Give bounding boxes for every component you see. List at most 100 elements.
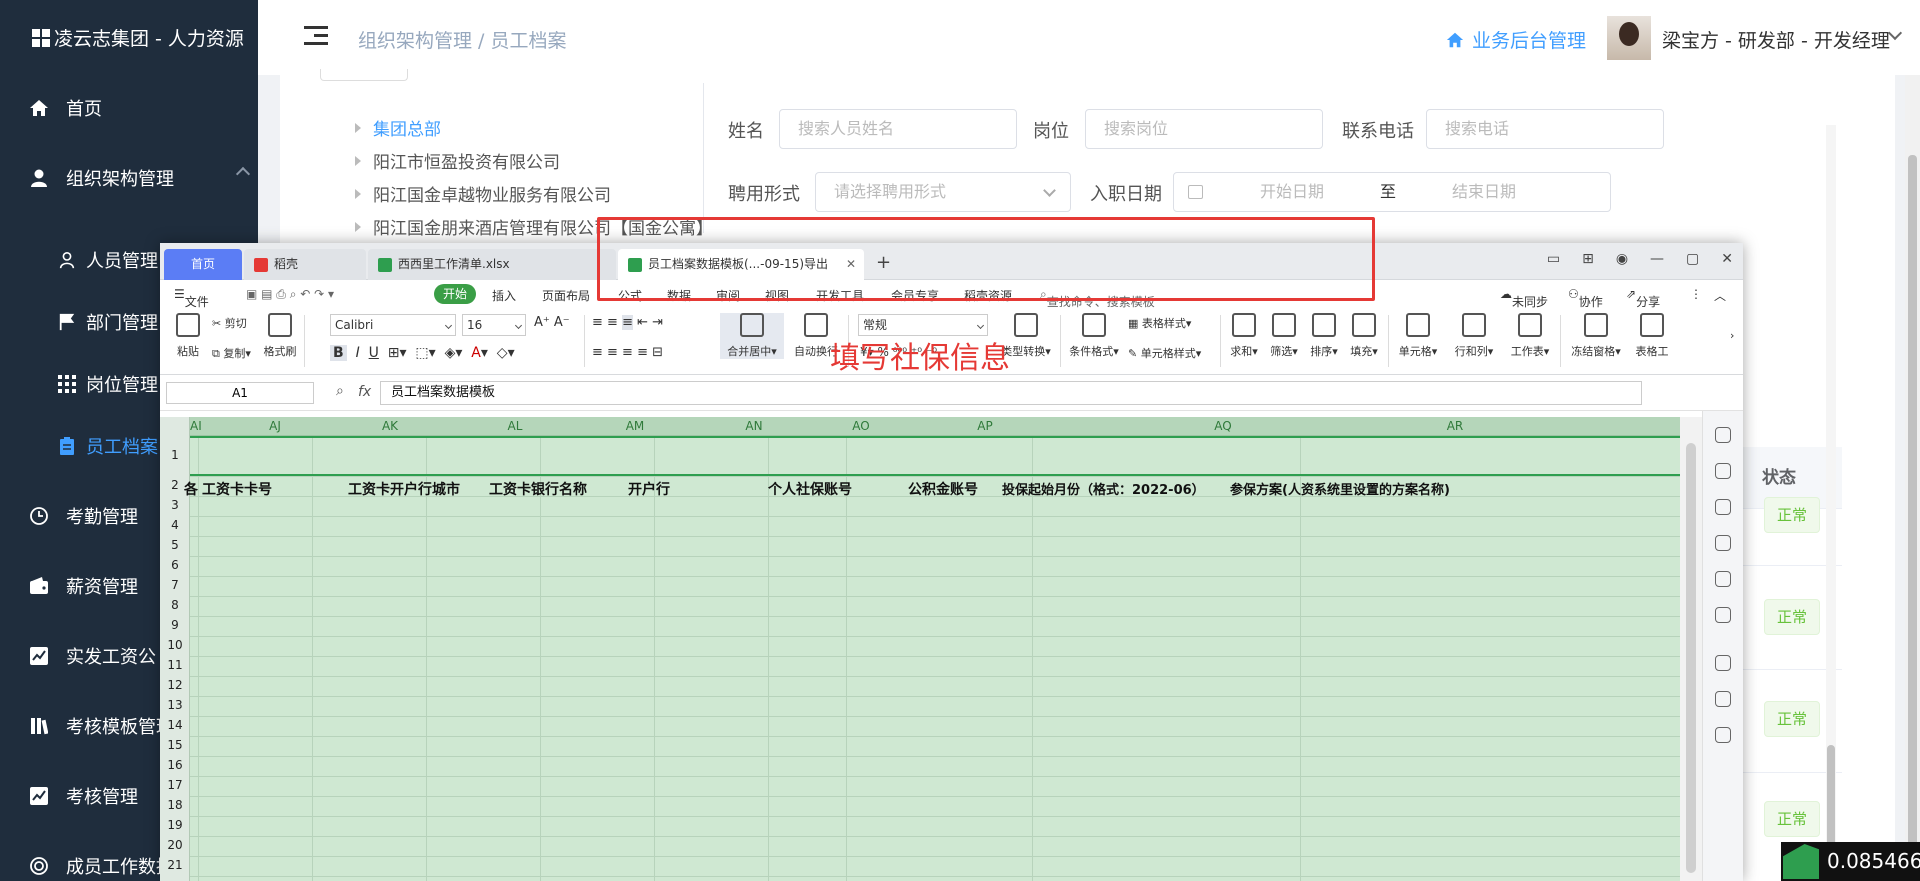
row-header[interactable]: 3 — [160, 498, 190, 512]
close-icon[interactable]: ✕ — [1721, 251, 1733, 267]
tab-home[interactable]: 首页 — [164, 249, 242, 280]
collab-button[interactable]: ⚇ 协作 — [1568, 287, 1603, 309]
font-family-select[interactable]: Calibri — [330, 314, 456, 336]
tree-node[interactable]: 阳江国金卓越物业服务有限公司 — [355, 177, 713, 210]
col-header[interactable]: AO — [852, 419, 869, 433]
row-header[interactable]: 7 — [160, 578, 190, 592]
tree-node[interactable]: 集团总部 — [355, 111, 713, 144]
align-buttons-bottom[interactable]: ≡ ≡ ≡ ≡ ⊟ — [592, 345, 663, 360]
header-cell[interactable]: 工资卡银行名称 — [489, 479, 587, 499]
sidebar-item-org[interactable]: 组织架构管理 — [0, 153, 258, 203]
copy-button[interactable]: ⧉ 复制▾ — [212, 345, 251, 361]
row-col-button[interactable]: 行和列▾ — [1450, 313, 1498, 359]
table-style-button[interactable]: ▦ 表格样式▾ — [1128, 315, 1191, 331]
minimize-icon[interactable]: — — [1650, 251, 1664, 267]
collapse-ribbon-icon[interactable]: ︿ — [1714, 287, 1726, 304]
phone-search-input[interactable]: 搜索电话 — [1426, 109, 1664, 149]
row-header[interactable]: 11 — [160, 658, 190, 672]
apps-icon[interactable]: ⊞ — [1582, 251, 1594, 267]
col-header[interactable]: AJ — [269, 419, 281, 433]
row-header[interactable]: 13 — [160, 698, 190, 712]
avatar[interactable] — [1607, 16, 1651, 60]
cloud-icon[interactable] — [1715, 571, 1731, 587]
backup-icon[interactable] — [1715, 727, 1731, 743]
col-header[interactable]: AM — [626, 419, 645, 433]
hire-type-select[interactable]: 请选择聘用形式 — [815, 172, 1071, 212]
header-cell[interactable]: 各 — [184, 479, 198, 499]
tab-workbook-1[interactable]: 西西里工作清单.xlsx — [368, 249, 616, 280]
row-header[interactable]: 12 — [160, 678, 190, 692]
app-logo[interactable]: 凌云志集团 - 人力资源 — [32, 24, 244, 51]
font-grow-shrink[interactable]: A⁺ A⁻ — [534, 315, 570, 330]
help-icon[interactable] — [1715, 535, 1731, 551]
fx-icon[interactable]: fx — [358, 384, 371, 400]
settings-icon[interactable] — [1715, 463, 1731, 479]
fill-button[interactable]: 填充▾ — [1346, 313, 1382, 359]
sheet-scrollbar[interactable] — [1680, 417, 1702, 881]
header-cell[interactable]: 公积金账号 — [908, 479, 978, 499]
table-scrollbar[interactable] — [1826, 125, 1836, 881]
col-header[interactable]: AQ — [1214, 419, 1231, 433]
cell-button[interactable]: 单元格▾ — [1394, 313, 1442, 359]
row-header[interactable]: 9 — [160, 618, 190, 632]
post-search-input[interactable]: 搜索岗位 — [1085, 109, 1323, 149]
row-header[interactable]: 5 — [160, 538, 190, 552]
sort-button[interactable]: 排序▾ — [1306, 313, 1342, 359]
layout-icon[interactable]: ▭ — [1547, 251, 1560, 267]
rocket-icon[interactable] — [1715, 655, 1731, 671]
page-scrollbar[interactable] — [1905, 75, 1920, 881]
header-cell[interactable]: 投保起始月份（格式：2022-06） — [1002, 479, 1205, 498]
sheet-button[interactable]: 工作表▾ — [1506, 313, 1554, 359]
ribbon-scroll-right[interactable]: › — [1730, 329, 1734, 342]
row-header[interactable]: 6 — [160, 558, 190, 572]
col-header[interactable]: AR — [1447, 419, 1464, 433]
header-cell[interactable]: 工资卡卡号 — [202, 479, 272, 499]
col-header[interactable]: AL — [508, 419, 523, 433]
font-style-buttons[interactable]: B I U ⊞▾ ⬚▾ ◈▾ A▾ ◇▾ — [330, 345, 515, 361]
header-cell[interactable]: 工资卡开户行城市 — [348, 479, 460, 499]
header-cell[interactable]: 开户行 — [628, 479, 670, 499]
header-cell[interactable]: 参保方案(人资系统里设置的方案名称) — [1230, 479, 1450, 498]
user-name[interactable]: 梁宝方 - 研发部 - 开发经理 — [1662, 26, 1890, 53]
row-header[interactable]: 1 — [160, 448, 190, 462]
shapes-icon[interactable] — [1715, 691, 1731, 707]
menu-start[interactable]: 开始 — [434, 284, 476, 304]
row-header[interactable]: 14 — [160, 718, 190, 732]
share-button[interactable]: ⇗ 分享 — [1626, 287, 1660, 309]
conditional-format-button[interactable]: 条件格式▾ — [1066, 313, 1122, 359]
col-header[interactable]: AI — [190, 419, 202, 433]
freeze-panes-button[interactable]: 冻结窗格▾ — [1566, 313, 1626, 359]
quick-access-toolbar[interactable]: ▣ ▤ ⎙ ⌕ ↶ ↷ ▾ — [246, 287, 334, 302]
menu-file[interactable]: ☰ 文件 — [174, 287, 209, 309]
col-header[interactable]: AP — [977, 419, 992, 433]
row-header[interactable]: 8 — [160, 598, 190, 612]
row-header[interactable]: 16 — [160, 758, 190, 772]
row-header[interactable]: 21 — [160, 858, 190, 872]
menu-collapse-icon[interactable] — [304, 26, 328, 46]
chevron-down-icon[interactable] — [1887, 25, 1903, 41]
name-box[interactable]: A1 — [166, 382, 314, 404]
tree-toggle[interactable] — [320, 69, 408, 81]
menu-page-layout[interactable]: 页面布局 — [542, 287, 590, 304]
col-header[interactable]: AN — [745, 419, 762, 433]
align-buttons-top[interactable]: ≡ ≡ ≡ ⇤ ⇥ — [592, 315, 663, 330]
format-painter-button[interactable]: 格式刷 — [260, 313, 300, 359]
tree-node[interactable]: 阳江市恒盈投资有限公司 — [355, 144, 713, 177]
maximize-icon[interactable]: ▢ — [1686, 251, 1699, 267]
row-header[interactable]: 19 — [160, 818, 190, 832]
filter-button[interactable]: 筛选▾ — [1266, 313, 1302, 359]
location-icon[interactable] — [1715, 607, 1731, 623]
cell-style-button[interactable]: ✎ 单元格样式▾ — [1128, 345, 1201, 361]
row-header[interactable]: 15 — [160, 738, 190, 752]
zoom-fn-icon[interactable]: ⌕ — [336, 383, 344, 399]
col-header[interactable]: AK — [382, 419, 398, 433]
menu-insert[interactable]: 插入 — [492, 287, 516, 304]
row-header[interactable]: 20 — [160, 838, 190, 852]
backend-button[interactable]: 业务后台管理 — [1446, 26, 1586, 53]
font-size-select[interactable]: 16 — [462, 314, 526, 336]
row-header[interactable]: 10 — [160, 638, 190, 652]
row-header[interactable]: 17 — [160, 778, 190, 792]
header-cell[interactable]: 个人社保账号 — [768, 479, 852, 499]
cursor-icon[interactable] — [1715, 427, 1731, 443]
transform-icon[interactable] — [1715, 499, 1731, 515]
